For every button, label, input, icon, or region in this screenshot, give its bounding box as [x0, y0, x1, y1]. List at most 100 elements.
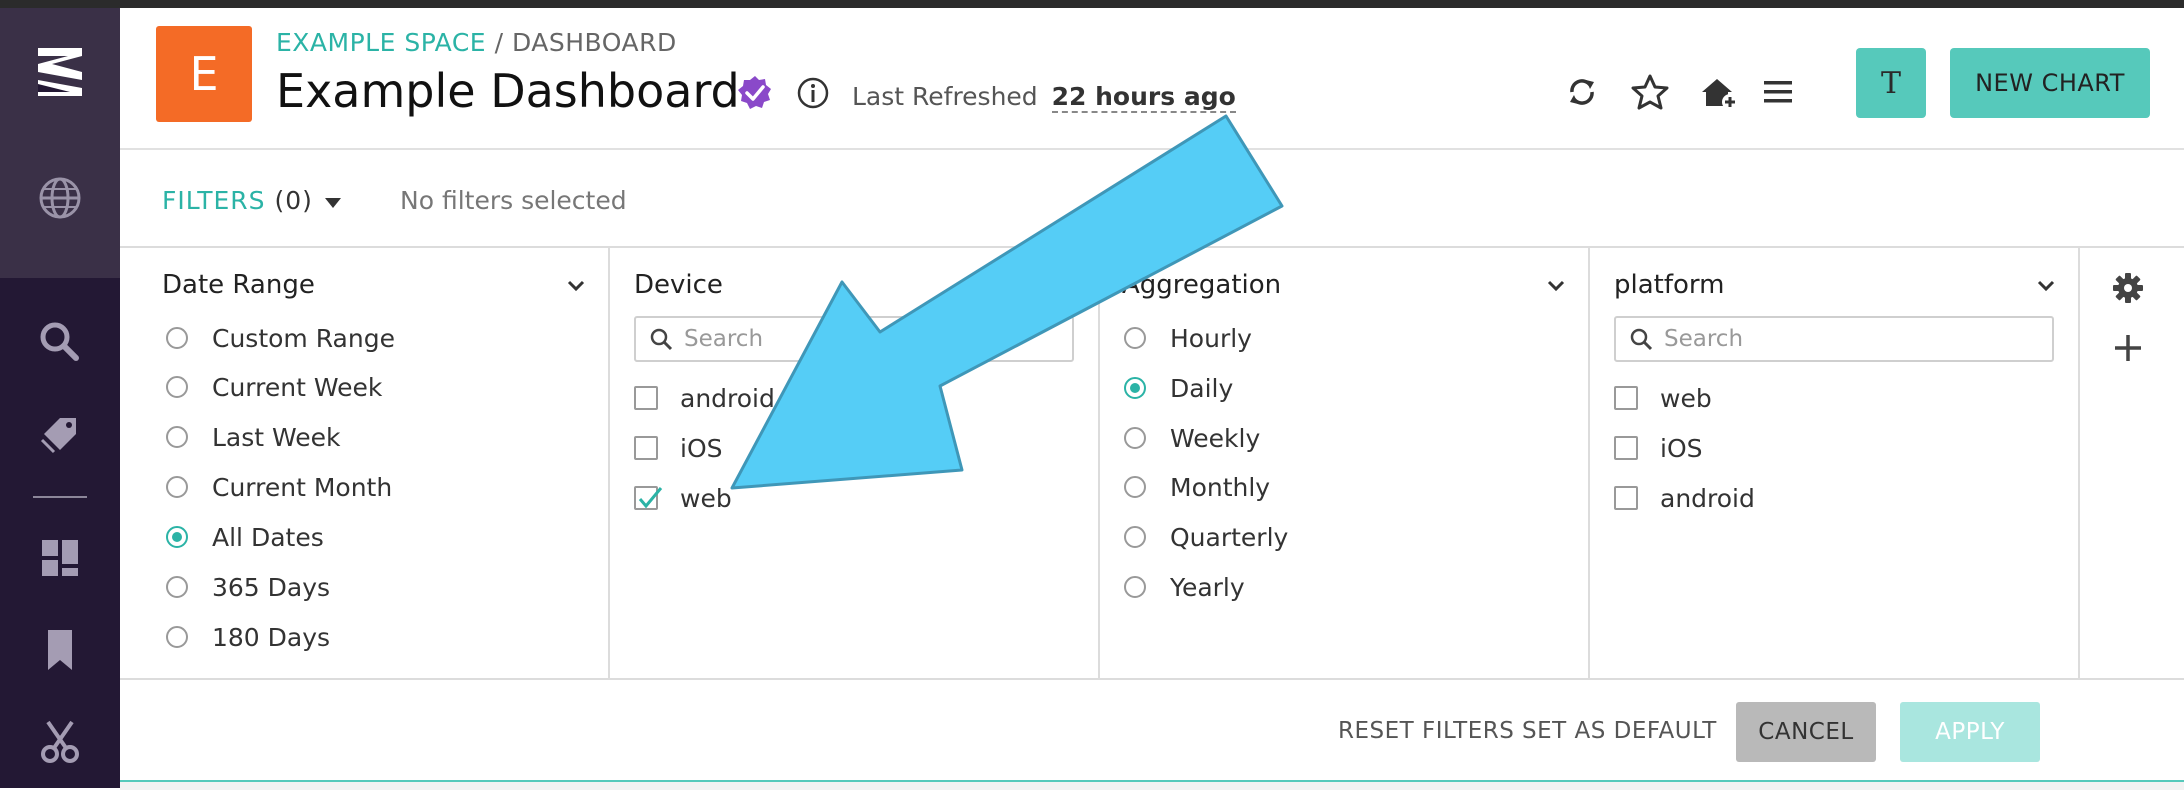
gear-icon[interactable]	[2110, 270, 2146, 306]
logo-icon[interactable]	[30, 42, 90, 102]
breadcrumb-space-link[interactable]: EXAMPLE SPACE	[276, 28, 486, 57]
date-option-365-days[interactable]: 365 Days	[166, 569, 330, 605]
option-label: Hourly	[1170, 323, 1252, 353]
date-option-current-week[interactable]: Current Week	[166, 369, 382, 405]
radio-button[interactable]	[1124, 576, 1146, 598]
filter-footer: RESET FILTERS SET AS DEFAULT CANCEL APPL…	[120, 680, 2184, 780]
caret-down-icon[interactable]	[325, 198, 341, 208]
checkbox[interactable]	[634, 386, 658, 410]
option-label: web	[680, 483, 732, 513]
platform-panel: platform web iOS android	[1590, 248, 2080, 678]
platform-search[interactable]	[1614, 316, 2054, 362]
option-label: 180 Days	[212, 622, 331, 652]
platform-option-ios[interactable]: iOS	[1614, 430, 1703, 466]
aggregation-option-quarterly[interactable]: Quarterly	[1124, 519, 1288, 555]
plus-icon[interactable]	[2110, 330, 2146, 366]
search-icon[interactable]	[30, 312, 90, 372]
verified-badge-icon	[738, 76, 771, 109]
radio-button-selected[interactable]	[1124, 377, 1146, 399]
device-search-input[interactable]	[682, 325, 1035, 353]
chevron-down-icon[interactable]	[564, 274, 588, 298]
user-avatar-button[interactable]: T	[1856, 48, 1926, 118]
option-label: Custom Range	[212, 323, 395, 353]
checkbox-checked[interactable]	[634, 486, 663, 510]
checkbox[interactable]	[1614, 386, 1638, 410]
radio-button[interactable]	[1124, 427, 1146, 449]
page-title: Example Dashboard	[276, 64, 740, 118]
panel-title: Aggregation	[1122, 270, 1282, 300]
platform-search-input[interactable]	[1662, 325, 2015, 353]
filters-count: (0)	[274, 186, 313, 215]
date-option-current-month[interactable]: Current Month	[166, 469, 392, 505]
star-icon[interactable]	[1628, 70, 1672, 114]
dashboard-header: E EXAMPLE SPACE / DASHBOARD Example Dash…	[120, 8, 2184, 150]
filter-bar: FILTERS (0) No filters selected	[120, 150, 2184, 248]
radio-button[interactable]	[166, 626, 188, 648]
scissors-icon[interactable]	[30, 712, 90, 772]
last-refreshed: Last Refreshed 22 hours ago	[852, 82, 1236, 113]
aggregation-option-weekly[interactable]: Weekly	[1124, 420, 1260, 456]
space-badge[interactable]: E	[156, 26, 252, 122]
chevron-down-icon[interactable]	[2034, 274, 2058, 298]
radio-button-selected[interactable]	[166, 526, 188, 548]
checkbox[interactable]	[1614, 486, 1638, 510]
tag-icon[interactable]	[30, 404, 90, 464]
aggregation-option-monthly[interactable]: Monthly	[1124, 469, 1270, 505]
last-refreshed-value[interactable]: 22 hours ago	[1051, 82, 1236, 113]
new-chart-button[interactable]: NEW CHART	[1950, 48, 2150, 118]
platform-option-android[interactable]: android	[1614, 480, 1755, 516]
menu-icon[interactable]	[1756, 70, 1800, 114]
checkbox[interactable]	[1614, 436, 1638, 460]
date-option-all-dates[interactable]: All Dates	[166, 519, 324, 555]
platform-option-web[interactable]: web	[1614, 380, 1712, 416]
checkbox[interactable]	[634, 436, 658, 460]
chevron-down-icon[interactable]	[1544, 274, 1568, 298]
checkmark-icon	[638, 487, 663, 509]
radio-button[interactable]	[166, 476, 188, 498]
radio-button[interactable]	[1124, 327, 1146, 349]
globe-icon[interactable]	[30, 168, 90, 228]
date-range-panel: Date Range Custom Range Current Week Las…	[120, 248, 610, 678]
option-label: Current Month	[212, 472, 393, 502]
radio-button[interactable]	[166, 376, 188, 398]
set-as-default-button[interactable]: SET AS DEFAULT	[1522, 718, 1717, 744]
aggregation-option-daily[interactable]: Daily	[1124, 370, 1233, 406]
info-icon[interactable]	[794, 74, 832, 112]
radio-button[interactable]	[166, 576, 188, 598]
option-label: iOS	[1660, 433, 1703, 463]
bookmark-icon[interactable]	[30, 620, 90, 680]
aggregation-option-yearly[interactable]: Yearly	[1124, 569, 1245, 605]
device-panel: Device android iOS web	[610, 248, 1100, 678]
home-add-icon[interactable]	[1696, 70, 1740, 114]
filters-toggle[interactable]: FILTERS (0)	[162, 186, 313, 215]
filters-label: FILTERS	[162, 186, 266, 215]
aggregation-option-hourly[interactable]: Hourly	[1124, 320, 1252, 356]
device-option-ios[interactable]: iOS	[634, 430, 723, 466]
device-search[interactable]	[634, 316, 1074, 362]
option-label: Yearly	[1170, 572, 1245, 602]
reset-filters-button[interactable]: RESET FILTERS	[1338, 718, 1514, 744]
radio-button[interactable]	[166, 426, 188, 448]
device-option-android[interactable]: android	[634, 380, 775, 416]
refresh-icon[interactable]	[1560, 70, 1604, 114]
date-option-180-days[interactable]: 180 Days	[166, 619, 330, 655]
apply-button[interactable]: APPLY	[1900, 702, 2040, 762]
option-label: Quarterly	[1170, 522, 1289, 552]
radio-button[interactable]	[1124, 476, 1146, 498]
search-icon	[1630, 328, 1653, 351]
panel-title: platform	[1614, 270, 1725, 300]
breadcrumb-separator: /	[494, 28, 504, 57]
date-option-last-week[interactable]: Last Week	[166, 419, 341, 455]
date-option-custom-range[interactable]: Custom Range	[166, 320, 395, 356]
cancel-button[interactable]: CANCEL	[1736, 702, 1876, 762]
sidebar-divider	[33, 496, 87, 498]
device-option-web[interactable]: web	[634, 480, 732, 516]
last-refreshed-label: Last Refreshed	[852, 82, 1038, 111]
option-label: iOS	[680, 433, 723, 463]
filter-panels: Date Range Custom Range Current Week Las…	[120, 248, 2184, 680]
dashboard-icon[interactable]	[30, 528, 90, 588]
radio-button[interactable]	[1124, 526, 1146, 548]
radio-button[interactable]	[166, 327, 188, 349]
panel-title: Date Range	[162, 270, 315, 300]
left-sidebar	[0, 8, 120, 788]
